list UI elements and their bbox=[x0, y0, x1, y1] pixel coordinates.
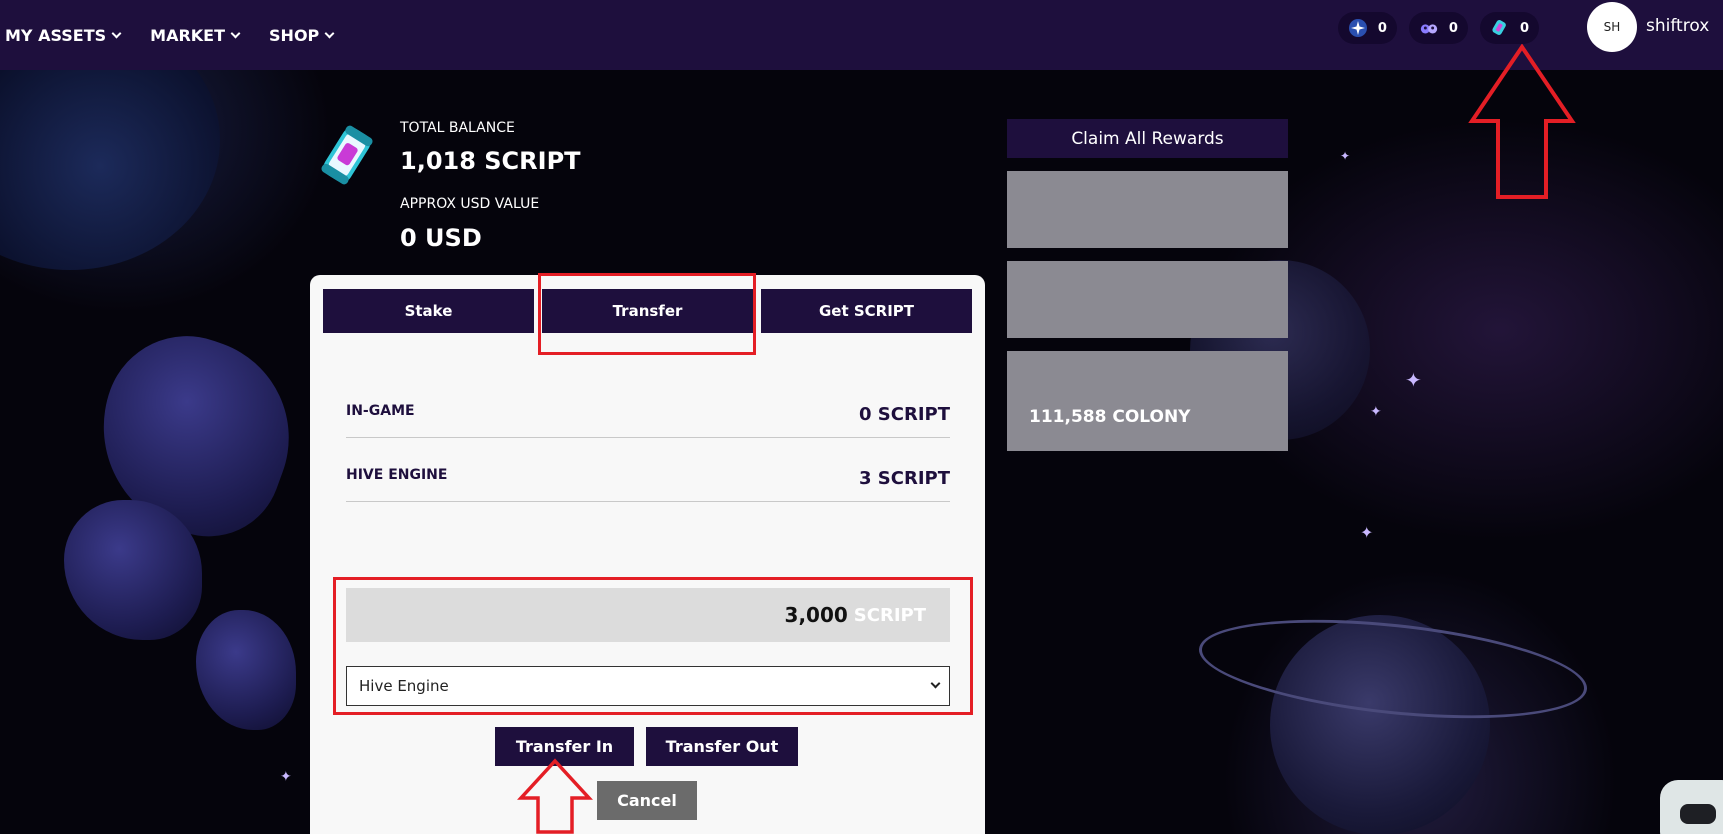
row-value: 3 SCRIPT bbox=[859, 468, 950, 489]
staked-value: 111,588 COLONY bbox=[1029, 407, 1191, 427]
nav-shop[interactable]: SHOP bbox=[269, 25, 335, 45]
planet-top-left bbox=[0, 70, 220, 270]
staked-card: 111,588 COLONY bbox=[1007, 351, 1288, 451]
script-token-icon bbox=[1490, 18, 1510, 38]
chat-button[interactable] bbox=[1660, 780, 1723, 834]
nav-label: MARKET bbox=[150, 25, 226, 45]
currency-value: 0 bbox=[1448, 20, 1458, 36]
tab-stake[interactable]: Stake bbox=[323, 289, 534, 333]
usd-value: 0 USD bbox=[400, 224, 482, 252]
annotation-arrow-up-icon bbox=[517, 758, 593, 834]
chat-icon bbox=[1680, 804, 1716, 824]
chevron-down-icon bbox=[111, 28, 122, 38]
cancel-button[interactable]: Cancel bbox=[597, 781, 697, 820]
compass-star-icon bbox=[1348, 18, 1368, 38]
total-balance-label: TOTAL BALANCE bbox=[400, 120, 515, 136]
tab-get-script[interactable]: Get SCRIPT bbox=[761, 289, 972, 333]
top-header: MY ASSETS MARKET SHOP 0 0 0 SH shiftrox bbox=[0, 0, 1723, 70]
currency-pill[interactable]: 0 bbox=[1337, 12, 1397, 44]
annotation-box-amount bbox=[333, 577, 973, 715]
script-token-icon bbox=[316, 122, 378, 188]
avatar[interactable]: SH bbox=[1587, 2, 1637, 52]
sparkle-icon: ✦ bbox=[1405, 368, 1422, 392]
chevron-down-icon bbox=[230, 28, 241, 38]
sparkle-icon: ✦ bbox=[1340, 149, 1351, 163]
row-value: 0 SCRIPT bbox=[859, 404, 950, 425]
sparkle-icon: ✦ bbox=[280, 769, 292, 785]
claim-all-rewards-button[interactable]: Claim All Rewards bbox=[1007, 119, 1288, 158]
sparkle-icon: ✦ bbox=[1360, 523, 1374, 542]
chevron-down-icon bbox=[324, 28, 335, 38]
sparkle-icon: ✦ bbox=[1370, 404, 1382, 420]
nav-label: MY ASSETS bbox=[5, 25, 107, 45]
currency-pill[interactable]: 0 bbox=[1408, 12, 1468, 44]
creature-icon bbox=[1419, 18, 1439, 38]
total-balance-value: 1,018 SCRIPT bbox=[400, 147, 581, 175]
currency-pill[interactable]: 0 bbox=[1479, 12, 1539, 44]
asteroid bbox=[64, 500, 202, 640]
annotation-arrow-up-icon bbox=[1468, 44, 1576, 199]
nav-my-assets[interactable]: MY ASSETS bbox=[5, 25, 122, 45]
currency-value: 0 bbox=[1377, 20, 1387, 36]
row-label: HIVE ENGINE bbox=[346, 467, 448, 483]
nav-market[interactable]: MARKET bbox=[150, 25, 241, 45]
balance-row-hive-engine: HIVE ENGINE 3 SCRIPT bbox=[346, 439, 950, 502]
reward-card bbox=[1007, 261, 1288, 338]
transfer-out-button[interactable]: Transfer Out bbox=[646, 727, 798, 766]
main-nav: MY ASSETS MARKET SHOP bbox=[0, 0, 363, 70]
asteroid bbox=[196, 610, 296, 730]
currency-value: 0 bbox=[1519, 20, 1529, 36]
annotation-box-transfer-tab bbox=[538, 273, 756, 355]
username[interactable]: shiftrox bbox=[1646, 16, 1709, 36]
balance-row-in-game: IN-GAME 0 SCRIPT bbox=[346, 375, 950, 438]
nav-label: SHOP bbox=[269, 25, 320, 45]
usd-value-label: APPROX USD VALUE bbox=[400, 196, 540, 212]
reward-card bbox=[1007, 171, 1288, 248]
script-panel: Stake Transfer Get SCRIPT IN-GAME 0 SCRI… bbox=[310, 275, 985, 834]
row-label: IN-GAME bbox=[346, 403, 415, 419]
currency-balances: 0 0 0 bbox=[1337, 12, 1539, 44]
